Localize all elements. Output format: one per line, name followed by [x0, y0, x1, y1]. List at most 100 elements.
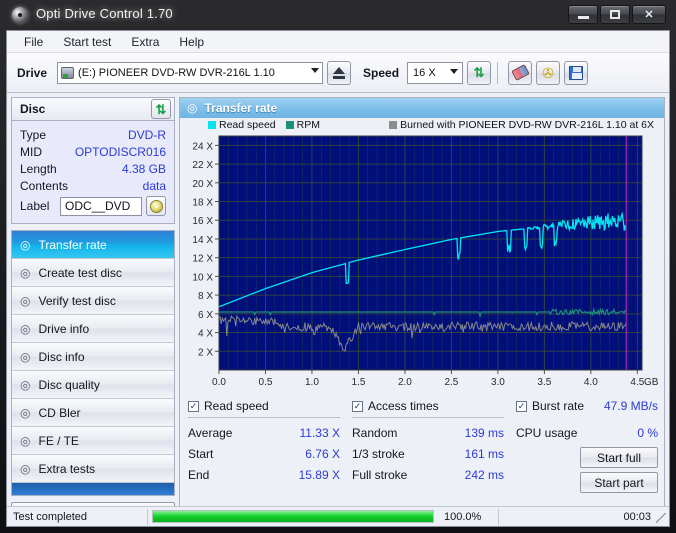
sidebar-item-fe-te[interactable]: ◎ FE / TE	[12, 427, 174, 455]
disc-test-icon: ◎	[20, 433, 31, 448]
result-row-cpu-usage: CPU usage 0 %	[516, 422, 658, 443]
eraser-icon	[510, 64, 530, 81]
speed-select[interactable]: 16 X	[407, 61, 464, 84]
svg-text:2.5: 2.5	[444, 377, 458, 388]
maximize-icon	[610, 10, 620, 19]
save-button[interactable]	[564, 60, 589, 85]
disc-test-icon: ◎	[20, 461, 31, 476]
progress-bar	[152, 510, 434, 523]
results-read-speed-column: ✓ Read speed Average 11.33 X Start 6.76 …	[188, 398, 340, 485]
menu-item-file[interactable]: File	[15, 32, 52, 52]
sidebar-item-disc-quality[interactable]: ◎ Disc quality	[12, 371, 174, 399]
resize-grip-icon[interactable]	[656, 513, 666, 523]
disc-length-value: 4.38 GB	[121, 161, 166, 176]
result-row-average: Average 11.33 X	[188, 422, 340, 443]
disc-refresh-button[interactable]: ⇅	[151, 99, 171, 119]
random-label: Random	[352, 425, 398, 440]
sidebar-item-cd-bler[interactable]: ◎ CD Bler	[12, 399, 174, 427]
chart-title: Transfer rate	[204, 101, 278, 115]
legend-item-rpm: RPM	[285, 119, 320, 131]
chevron-down-icon	[450, 68, 459, 74]
toolbar: Drive (E:) PIONEER DVD-RW DVR-216L 1.10 …	[7, 53, 669, 93]
svg-text:10 X: 10 X	[192, 272, 213, 283]
svg-text:0.5: 0.5	[259, 377, 273, 388]
disc-label-value: ODC__DVD	[65, 199, 131, 213]
end-value: 15.89 X	[298, 467, 340, 482]
disc-test-icon: ◎	[20, 377, 31, 392]
read-speed-checkbox-row[interactable]: ✓ Read speed	[188, 398, 340, 414]
disc-contents-value: data	[142, 178, 166, 193]
drive-icon	[61, 66, 75, 79]
legend-swatch	[285, 121, 294, 129]
window-title: Opti Drive Control 1.70	[36, 6, 173, 21]
cpu-usage-label: CPU usage	[516, 425, 578, 440]
access-times-checkbox-row[interactable]: ✓ Access times	[352, 398, 504, 414]
results-panel: ✓ Read speed Average 11.33 X Start 6.76 …	[180, 398, 664, 520]
disc-info-row: Length 4.38 GB	[20, 160, 166, 177]
read-speed-checkbox[interactable]: ✓	[188, 400, 199, 412]
menu-item-help[interactable]: Help	[170, 32, 213, 52]
burst-rate-checkbox-row[interactable]: ✓ Burst rate 47.9 MB/s	[516, 398, 658, 414]
disc-label-label: Label	[20, 199, 50, 213]
sidebar-item-label: FE / TE	[38, 433, 79, 448]
start-full-button[interactable]: Start full	[580, 447, 658, 468]
transfer-rate-icon: ◎	[187, 101, 198, 115]
disc-test-icon: ◎	[20, 237, 31, 252]
minimize-button[interactable]	[568, 5, 598, 24]
svg-text:20 X: 20 X	[192, 179, 213, 190]
third-stroke-label: 1/3 stroke	[352, 446, 405, 461]
start-part-button[interactable]: Start part	[580, 472, 658, 493]
disc-test-icon: ◎	[20, 405, 31, 420]
full-stroke-label: Full stroke	[352, 467, 408, 482]
svg-text:16 X: 16 X	[192, 216, 213, 227]
cpu-usage-value: 0 %	[637, 425, 658, 440]
svg-text:18 X: 18 X	[192, 198, 213, 209]
sidebar-item-transfer-rate[interactable]: ◎ Transfer rate	[12, 231, 174, 259]
sidebar-item-label: Drive info	[38, 321, 90, 336]
svg-text:3.0: 3.0	[491, 377, 505, 388]
access-times-checkbox[interactable]: ✓	[352, 400, 363, 412]
result-row-random: Random 139 ms	[352, 422, 504, 443]
svg-text:8 X: 8 X	[198, 291, 213, 302]
title-bar: Opti Drive Control 1.70 ✕	[0, 0, 676, 30]
svg-text:1.0: 1.0	[305, 377, 319, 388]
burst-rate-checkbox[interactable]: ✓	[516, 400, 527, 412]
minimize-icon	[577, 16, 589, 19]
application-window: Opti Drive Control 1.70 ✕ File Start tes…	[0, 0, 676, 533]
disc-label-button[interactable]	[146, 196, 166, 216]
menu-item-extra[interactable]: Extra	[122, 32, 168, 52]
transfer-rate-chart: 2 X 4 X 6 X 8 X 10 X 12 X 14 X 16 X 18 X 20 X 22 X…	[192, 135, 659, 388]
refresh-button[interactable]: ⇅	[467, 60, 492, 85]
drive-select[interactable]: (E:) PIONEER DVD-RW DVR-216L 1.10	[57, 61, 324, 84]
erase-button[interactable]	[508, 60, 533, 85]
result-row-full-stroke: Full stroke 242 ms	[352, 464, 504, 485]
close-button[interactable]: ✕	[632, 5, 666, 24]
sidebar-item-label: Disc quality	[38, 377, 100, 392]
menu-item-start-test[interactable]: Start test	[54, 32, 120, 52]
maximize-button[interactable]	[600, 5, 630, 24]
svg-text:GB: GB	[644, 377, 659, 388]
disc-test-icon: ◎	[20, 349, 31, 364]
sidebar-item-extra-tests[interactable]: ◎ Extra tests	[12, 455, 174, 483]
result-row-end: End 15.89 X	[188, 464, 340, 485]
svg-text:12 X: 12 X	[192, 254, 213, 265]
sidebar-item-verify-test-disc[interactable]: ◎ Verify test disc	[12, 287, 174, 315]
svg-text:1.5: 1.5	[351, 377, 365, 388]
sidebar-item-create-test-disc[interactable]: ◎ Create test disc	[12, 259, 174, 287]
tools-button[interactable]: ✇	[536, 60, 561, 85]
disc-type-label: Type	[20, 127, 47, 142]
read-speed-check-label: Read speed	[204, 399, 269, 413]
disc-label-input[interactable]: ODC__DVD	[60, 196, 142, 216]
sidebar-item-drive-info[interactable]: ◎ Drive info	[12, 315, 174, 343]
result-row-start: Start 6.76 X	[188, 443, 340, 464]
third-stroke-value: 161 ms	[464, 446, 504, 461]
disc-test-icon: ◎	[20, 293, 31, 308]
navigation-filler	[12, 483, 174, 495]
disc-panel-title: Disc	[20, 102, 46, 116]
disc-mid-label: MID	[20, 144, 42, 159]
status-message: Test completed	[13, 510, 87, 523]
progress-cell	[148, 510, 438, 523]
start-value: 6.76 X	[305, 446, 340, 461]
sidebar-item-disc-info[interactable]: ◎ Disc info	[12, 343, 174, 371]
eject-button[interactable]	[327, 60, 352, 85]
